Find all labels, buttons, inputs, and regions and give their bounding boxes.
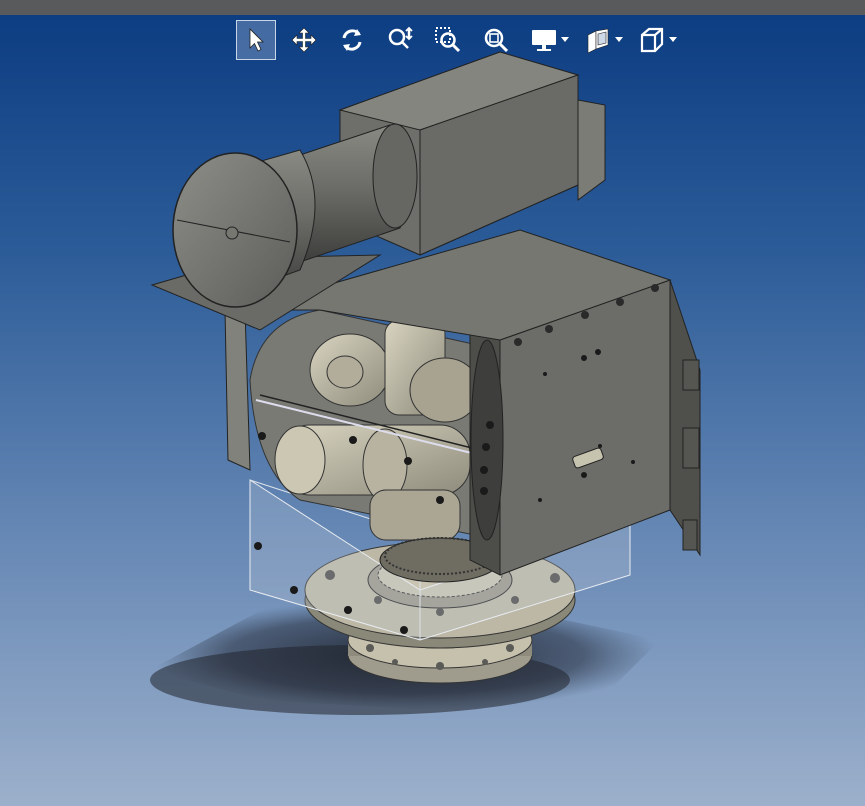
view-cube-icon <box>640 27 664 53</box>
view-toolbar <box>236 19 686 61</box>
zoom-icon <box>388 26 413 49</box>
zoom-fit-icon <box>484 28 509 53</box>
section-view-icon <box>587 28 609 54</box>
zoom-window-icon <box>435 27 461 53</box>
zoom-fit-tool-button[interactable] <box>476 20 516 60</box>
cad-model-render[interactable] <box>0 0 865 806</box>
select-arrow-icon <box>249 28 264 52</box>
display-monitor-icon <box>532 30 556 51</box>
section-view-button[interactable] <box>578 20 618 60</box>
zoom-tool-button[interactable] <box>380 20 420 60</box>
rotate-icon <box>342 29 362 51</box>
rotate-tool-button[interactable] <box>332 20 372 60</box>
display-mode-button[interactable] <box>524 20 564 60</box>
side-connectors <box>682 359 700 551</box>
pan-tool-button[interactable] <box>284 20 324 60</box>
select-tool-button[interactable] <box>236 20 276 60</box>
zoom-window-tool-button[interactable] <box>428 20 468 60</box>
pan-move-icon <box>291 27 317 53</box>
view-orientation-button[interactable] <box>632 20 672 60</box>
